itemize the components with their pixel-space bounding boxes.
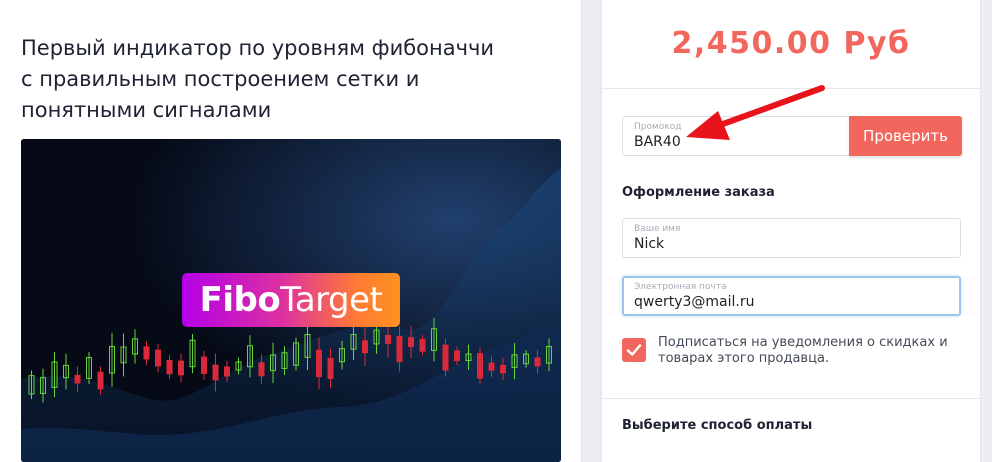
candle-body (396, 335, 403, 363)
checkmark-icon (626, 344, 642, 356)
product-title-line: понятными сигналами (21, 98, 272, 122)
promo-code-value[interactable]: BAR40 (634, 134, 681, 150)
name-value[interactable]: Nick (634, 236, 664, 252)
candle-body (408, 337, 414, 347)
subscribe-label[interactable]: Подписаться на уведомления о скидках и т… (658, 335, 958, 367)
candle-body (155, 349, 161, 367)
product-title-line: с правильным построением сетки и (21, 67, 420, 91)
candle-body (419, 338, 426, 352)
candle-body (143, 346, 150, 360)
candle-body (178, 360, 184, 376)
email-label: Электронная почта (634, 282, 727, 292)
name-label: Ваше имя (634, 224, 681, 234)
candle-body (500, 364, 506, 374)
candle-body (224, 366, 230, 377)
check-promo-button[interactable]: Проверить (849, 116, 962, 156)
candle-body (212, 364, 219, 381)
candle-body (327, 357, 334, 379)
candle-body (258, 362, 265, 377)
candle-body (385, 334, 391, 344)
candle-body (316, 349, 322, 378)
candle-body (454, 350, 460, 362)
candle-body (166, 359, 173, 375)
subscribe-checkbox[interactable] (622, 338, 646, 362)
divider (602, 398, 980, 399)
promo-code-label: Промокод (634, 122, 682, 132)
email-input[interactable]: Электронная почта qwerty3@mail.ru (622, 276, 961, 316)
candle-body (477, 353, 483, 379)
payment-section-title: Выберите способ оплаты (622, 418, 813, 433)
candle-body (488, 362, 495, 371)
email-value[interactable]: qwerty3@mail.ru (634, 294, 754, 310)
candle-body (442, 344, 449, 371)
product-title-line: Первый индикатор по уровням фибоначчи (21, 36, 495, 60)
price: 2,450.00 Руб (602, 0, 980, 89)
candle-body (201, 356, 207, 374)
logo-regular-text: Target (280, 280, 383, 320)
candle-body (534, 357, 541, 367)
name-input[interactable]: Ваше имя Nick (622, 218, 961, 258)
candle-body (362, 340, 368, 354)
candle-body (74, 374, 81, 384)
promo-code-input[interactable]: Промокод BAR40 (622, 116, 850, 156)
order-card: 2,450.00 Руб Промокод BAR40 Проверить Оф… (601, 0, 981, 462)
candle-body (97, 371, 104, 390)
logo-bold-text: Fibo (199, 280, 281, 320)
order-section-title: Оформление заказа (622, 185, 775, 200)
product-title: Первый индикатор по уровням фибоначчи с … (21, 33, 566, 126)
fibotarget-logo: FiboTarget (182, 273, 400, 327)
